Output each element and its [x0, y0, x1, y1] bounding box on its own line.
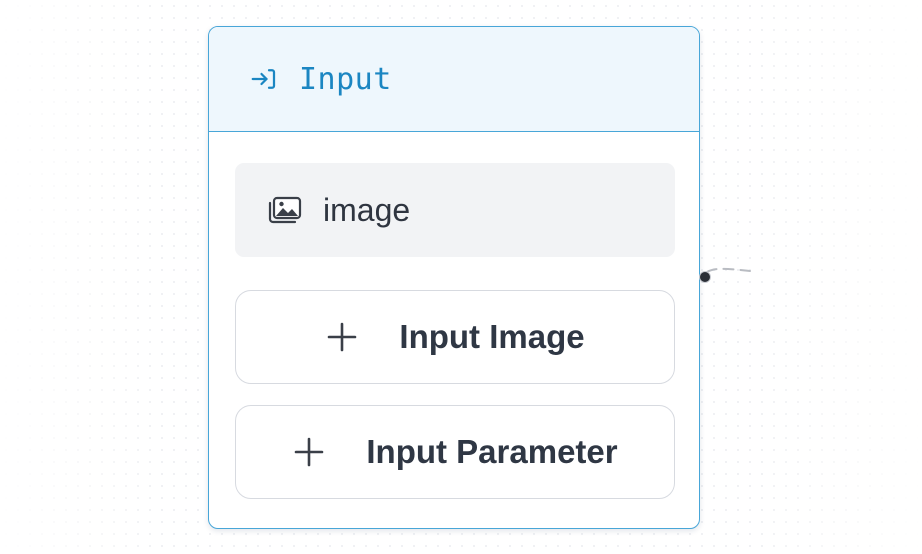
- node-title: Input: [299, 61, 392, 97]
- input-node[interactable]: Input image Input Image Input Parameter: [208, 26, 700, 529]
- input-parameter-label: Input Parameter: [366, 433, 618, 470]
- field-label: image: [323, 191, 411, 228]
- plus-icon: [325, 320, 359, 354]
- plus-icon: [292, 435, 326, 469]
- input-arrow-icon: [249, 64, 279, 94]
- connection-edge: [706, 267, 751, 273]
- image-stack-icon: [265, 195, 303, 225]
- output-handle[interactable]: [699, 271, 711, 283]
- node-header[interactable]: Input: [209, 27, 699, 132]
- input-image-button[interactable]: Input Image: [235, 290, 675, 384]
- input-parameter-button[interactable]: Input Parameter: [235, 405, 675, 499]
- field-image[interactable]: image: [235, 163, 675, 257]
- input-image-label: Input Image: [399, 318, 585, 355]
